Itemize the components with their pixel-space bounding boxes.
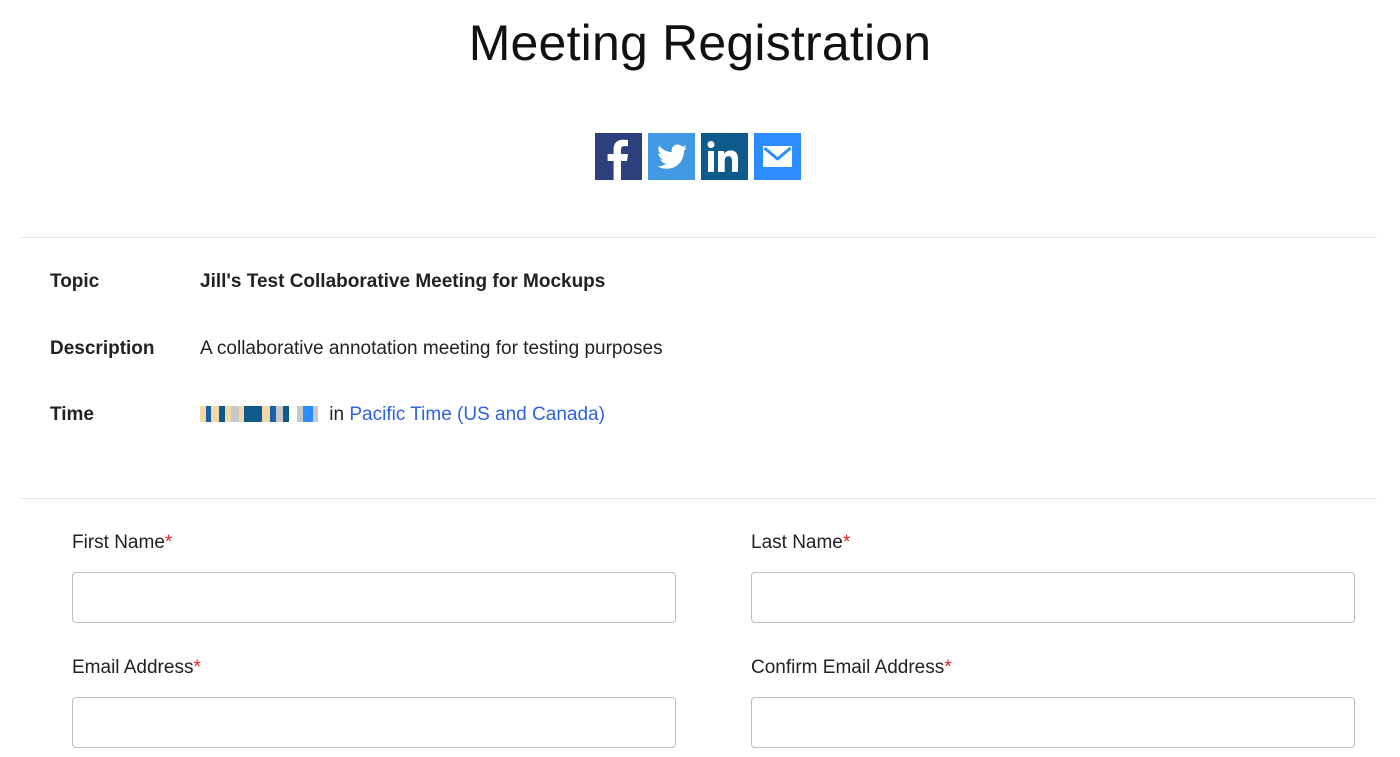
divider (20, 237, 1377, 238)
envelope-icon (763, 146, 792, 167)
time-row: Time in Pacific Time (US and Canada) (50, 404, 605, 426)
first-name-field: First Name* (72, 532, 676, 623)
description-label: Description (50, 338, 155, 359)
confirm-email-input[interactable] (751, 697, 1355, 748)
linkedin-icon (707, 141, 738, 172)
twitter-icon (657, 144, 687, 169)
first-name-input[interactable] (72, 572, 676, 623)
facebook-share-button[interactable] (595, 133, 642, 180)
topic-row: Topic Jill's Test Collaborative Meeting … (50, 271, 605, 293)
last-name-label: Last Name* (751, 532, 851, 553)
required-marker: * (164, 532, 173, 553)
email-input[interactable] (72, 697, 676, 748)
required-marker: * (944, 657, 952, 678)
twitter-share-button[interactable] (648, 133, 695, 180)
share-bar (595, 133, 801, 180)
timezone-link[interactable]: Pacific Time (US and Canada) (349, 404, 605, 425)
linkedin-share-button[interactable] (701, 133, 748, 180)
time-label: Time (50, 404, 95, 425)
email-field: Email Address* (72, 657, 676, 748)
topic-label: Topic (50, 271, 100, 292)
time-value: in Pacific Time (US and Canada) (200, 404, 605, 426)
email-label: Email Address* (72, 657, 201, 678)
description-value: A collaborative annotation meeting for t… (200, 338, 663, 359)
redacted-time (200, 406, 318, 422)
topic-value: Jill's Test Collaborative Meeting for Mo… (200, 271, 606, 292)
facebook-icon (607, 139, 628, 180)
required-marker: * (193, 657, 201, 678)
description-row: Description A collaborative annotation m… (50, 338, 663, 360)
last-name-input[interactable] (751, 572, 1355, 623)
last-name-field: Last Name* (751, 532, 1355, 623)
divider (20, 498, 1377, 499)
email-share-button[interactable] (754, 133, 801, 180)
time-in-text: in (329, 404, 345, 425)
first-name-label: First Name* (72, 532, 173, 553)
confirm-email-label: Confirm Email Address* (751, 657, 952, 678)
required-marker: * (842, 532, 851, 553)
confirm-email-field: Confirm Email Address* (751, 657, 1355, 748)
page-title: Meeting Registration (468, 15, 932, 71)
